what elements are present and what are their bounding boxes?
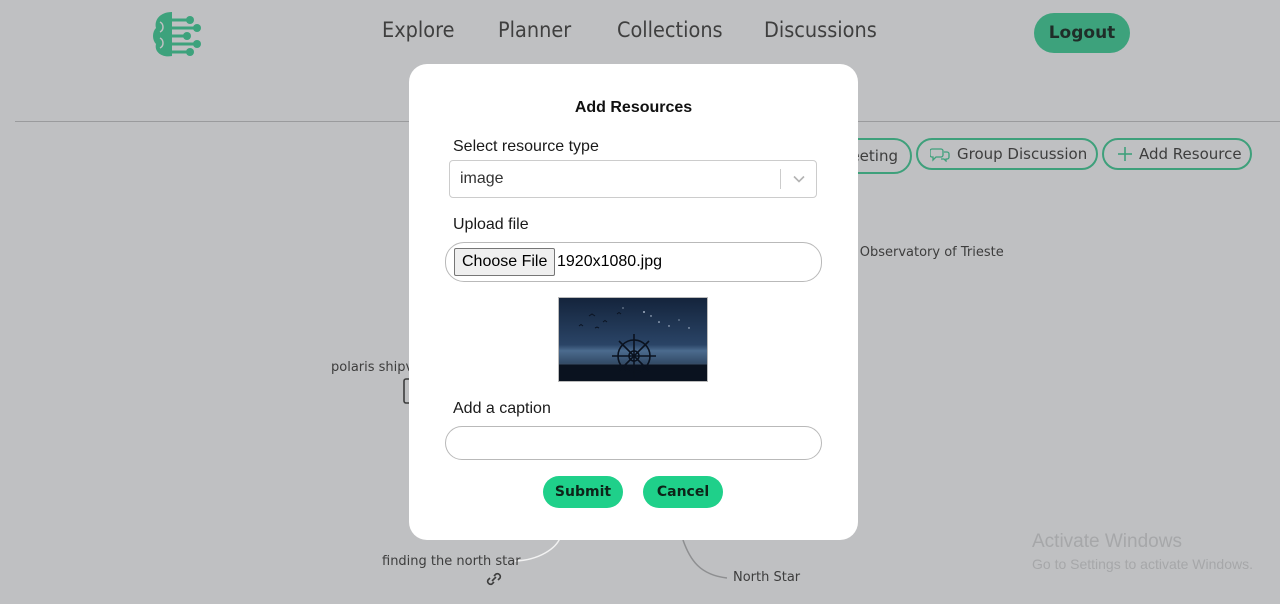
choose-file-button[interactable]: Choose File [454,248,556,276]
link-icon[interactable] [484,571,504,587]
caption-input[interactable] [445,426,822,460]
cancel-button[interactable]: Cancel [643,476,723,508]
north-star-node-label[interactable]: North Star [733,570,800,585]
upload-file-label: Upload file [453,216,529,233]
select-separator [780,169,781,189]
caption-label: Add a caption [453,400,551,417]
finding-north-star-node-label[interactable]: finding the north star [382,554,521,569]
file-upload-field[interactable]: Choose File 1920x1080.jpg [445,242,822,282]
submit-button[interactable]: Submit [543,476,623,508]
observatory-node-label[interactable]: l Observatory of Trieste [852,245,1004,260]
resource-type-label: Select resource type [453,138,599,155]
modal-title: Add Resources [574,99,693,116]
resource-type-value: image [460,170,504,187]
activate-windows-title: Activate Windows [1032,531,1182,552]
activate-windows-subtitle: Go to Settings to activate Windows. [1032,556,1253,572]
add-resources-modal: Add Resources Select resource type image… [409,64,858,540]
resource-type-select[interactable]: image [449,160,817,198]
chevron-down-icon[interactable] [792,172,806,186]
image-preview [558,297,708,382]
polaris-node-label[interactable]: polaris shipvi [331,360,417,375]
selected-file-name: 1920x1080.jpg [557,253,662,270]
